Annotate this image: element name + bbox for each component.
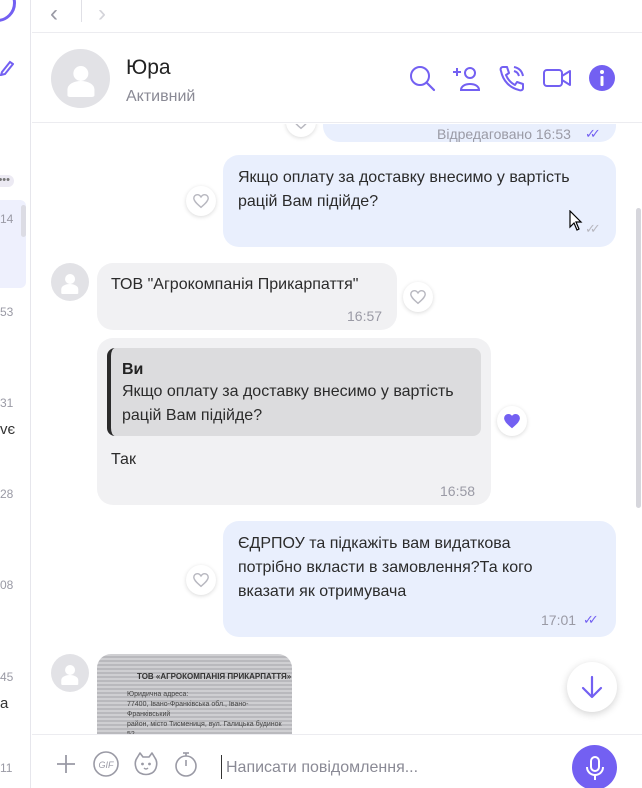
- call-icon[interactable]: [496, 62, 528, 94]
- like-heart-icon[interactable]: [403, 282, 433, 312]
- quoted-text: Якщо оплату за доставку внесимо у вартіс…: [122, 383, 454, 424]
- like-heart-icon[interactable]: [186, 186, 216, 216]
- chat-time: 45: [0, 670, 14, 684]
- read-checkmark-icon: ✓✓: [583, 612, 599, 627]
- message-time: 16:58: [440, 483, 476, 499]
- read-checkmark-icon: ✓✓: [585, 126, 601, 141]
- sender-avatar[interactable]: [51, 263, 89, 301]
- selected-chat-indicator: [21, 205, 26, 237]
- profile-avatar-ring[interactable]: [0, 0, 16, 22]
- avatar-head: [65, 664, 75, 675]
- navigation-bar: ‹ ›: [32, 0, 642, 33]
- message-text: Якщо оплату за доставку внесимо у вартіс…: [238, 169, 570, 210]
- avatar-body: [66, 80, 95, 98]
- message-scrollbar[interactable]: [636, 124, 642, 734]
- message-text: Так: [111, 451, 136, 468]
- message-list[interactable]: Відредаговано 16:53 ✓✓ Якщо оплату за до…: [32, 124, 636, 734]
- more-dots-icon[interactable]: •••: [0, 175, 14, 187]
- compose-icon[interactable]: [0, 58, 15, 80]
- sender-avatar[interactable]: [51, 654, 89, 692]
- chat-snippet: vє: [0, 421, 16, 438]
- message-edited-time: Відредаговано 16:53: [437, 126, 571, 142]
- outgoing-message[interactable]: Якщо оплату за доставку внесимо у вартіс…: [223, 155, 616, 247]
- incoming-reply-message[interactable]: Ви Якщо оплату за доставку внесимо у вар…: [97, 338, 491, 505]
- scroll-down-button[interactable]: [567, 662, 617, 712]
- search-icon[interactable]: [406, 62, 438, 94]
- image-message[interactable]: ТОВ «АГРОКОМПАНІЯ ПРИКАРПАТТЯ» Юридична …: [97, 654, 292, 734]
- quoted-author: Ви: [122, 361, 144, 378]
- outgoing-message[interactable]: ЄДРПОУ та підкажіть вам видаткова потріб…: [223, 521, 616, 637]
- info-icon[interactable]: [586, 62, 618, 94]
- chat-snippet: a: [0, 695, 9, 712]
- chat-time: 14: [0, 212, 14, 226]
- outgoing-message[interactable]: Відредаговано 16:53 ✓✓: [323, 124, 616, 142]
- chat-time: 08: [0, 578, 14, 592]
- text-caret: [221, 755, 222, 779]
- viber-window: ••• 14 53 31 vє 28 08 45 a 11 ‹ › Юра Ак…: [0, 0, 642, 788]
- voice-message-button[interactable]: [572, 745, 617, 788]
- message-text: ТОВ "Агрокомпанія Прикарпаття": [111, 276, 359, 293]
- arrow-down-icon: [581, 675, 603, 699]
- contact-name[interactable]: Юра: [126, 56, 171, 80]
- video-call-icon[interactable]: [541, 62, 573, 94]
- quoted-message[interactable]: Ви Якщо оплату за доставку внесимо у вар…: [107, 348, 481, 436]
- message-text: ЄДРПОУ та підкажіть вам видаткова потріб…: [238, 535, 533, 600]
- message-input[interactable]: [226, 757, 556, 779]
- microphone-icon: [585, 755, 604, 780]
- image-title: ТОВ «АГРОКОМПАНІЯ ПРИКАРПАТТЯ»: [137, 672, 292, 681]
- avatar-head: [72, 65, 89, 81]
- plus-icon[interactable]: [52, 750, 80, 778]
- chat-time: 53: [0, 305, 14, 319]
- message-composer: GIF: [32, 734, 642, 788]
- chat-header: Юра Активний: [32, 34, 642, 123]
- forward-button[interactable]: ›: [98, 0, 106, 28]
- avatar-body: [61, 674, 79, 686]
- timer-icon[interactable]: [172, 750, 200, 778]
- avatar-body: [61, 283, 79, 295]
- scrollbar-thumb[interactable]: [636, 208, 641, 508]
- contact-avatar[interactable]: [51, 49, 110, 108]
- chat-list-panel[interactable]: ••• 14 53 31 vє 28 08 45 a 11: [0, 0, 31, 788]
- add-participant-icon[interactable]: [451, 62, 483, 94]
- sticker-icon[interactable]: [132, 750, 160, 778]
- sent-checkmark-icon: ✓✓: [585, 221, 601, 236]
- svg-text:GIF: GIF: [99, 760, 115, 770]
- chat-time: 28: [0, 487, 14, 501]
- chat-time: 11: [0, 761, 13, 775]
- like-heart-icon[interactable]: [286, 124, 316, 137]
- chat-time: 31: [0, 396, 14, 410]
- image-text: Юридична адреса: 77400, Івано-Франківськ…: [127, 691, 282, 734]
- like-heart-icon[interactable]: [186, 565, 216, 595]
- message-time: 16:57: [347, 308, 383, 324]
- back-button[interactable]: ‹: [50, 0, 58, 28]
- liked-heart-icon[interactable]: [497, 406, 527, 436]
- nav-divider: [81, 0, 82, 22]
- avatar-head: [65, 273, 75, 284]
- message-time: 17:01: [541, 612, 577, 628]
- mouse-cursor-icon: [569, 210, 583, 231]
- contact-status: Активний: [126, 88, 196, 105]
- incoming-message[interactable]: ТОВ "Агрокомпанія Прикарпаття" 16:57: [97, 263, 397, 330]
- gif-icon[interactable]: GIF: [92, 750, 120, 778]
